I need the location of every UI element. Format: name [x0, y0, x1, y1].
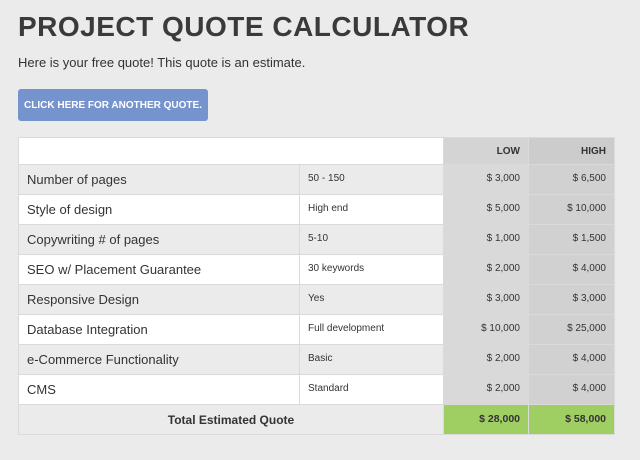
quote-table-body: Number of pages 50 - 150 $ 3,000 $ 6,500…: [18, 164, 615, 435]
table-row: SEO w/ Placement Guarantee 30 keywords $…: [18, 254, 615, 285]
row-detail: Full development: [299, 314, 444, 345]
row-high-price: $ 6,500: [528, 164, 615, 195]
column-header-high: HIGH: [528, 137, 615, 165]
row-item-label: Copywriting # of pages: [18, 224, 300, 255]
row-item-label: CMS: [18, 374, 300, 405]
total-label: Total Estimated Quote: [18, 404, 444, 435]
row-low-price: $ 2,000: [443, 254, 529, 285]
total-row: Total Estimated Quote $ 28,000 $ 58,000: [18, 404, 615, 435]
page-subtitle: Here is your free quote! This quote is a…: [18, 55, 306, 70]
row-high-price: $ 4,000: [528, 254, 615, 285]
table-row: Responsive Design Yes $ 3,000 $ 3,000: [18, 284, 615, 315]
row-low-price: $ 2,000: [443, 344, 529, 375]
row-item-label: SEO w/ Placement Guarantee: [18, 254, 300, 285]
header-blank-cell: [18, 137, 444, 165]
row-low-price: $ 3,000: [443, 164, 529, 195]
page-title: PROJECT QUOTE CALCULATOR: [18, 11, 470, 42]
total-high-price: $ 58,000: [528, 404, 615, 435]
row-low-price: $ 2,000: [443, 374, 529, 405]
row-detail: Basic: [299, 344, 444, 375]
row-high-price: $ 4,000: [528, 344, 615, 375]
table-row: CMS Standard $ 2,000 $ 4,000: [18, 374, 615, 405]
row-detail: 50 - 150: [299, 164, 444, 195]
row-low-price: $ 10,000: [443, 314, 529, 345]
row-high-price: $ 10,000: [528, 194, 615, 225]
row-low-price: $ 3,000: [443, 284, 529, 315]
row-item-label: Number of pages: [18, 164, 300, 195]
quote-table: LOW HIGH Number of pages 50 - 150 $ 3,00…: [18, 137, 615, 435]
row-high-price: $ 4,000: [528, 374, 615, 405]
another-quote-button[interactable]: CLICK HERE FOR ANOTHER QUOTE.: [18, 89, 208, 121]
column-header-low: LOW: [443, 137, 529, 165]
row-item-label: Database Integration: [18, 314, 300, 345]
row-detail: Standard: [299, 374, 444, 405]
table-row: e-Commerce Functionality Basic $ 2,000 $…: [18, 344, 615, 375]
row-item-label: Style of design: [18, 194, 300, 225]
row-detail: Yes: [299, 284, 444, 315]
table-row: Style of design High end $ 5,000 $ 10,00…: [18, 194, 615, 225]
row-high-price: $ 3,000: [528, 284, 615, 315]
row-high-price: $ 1,500: [528, 224, 615, 255]
table-header-row: LOW HIGH: [18, 137, 615, 165]
row-high-price: $ 25,000: [528, 314, 615, 345]
total-low-price: $ 28,000: [443, 404, 529, 435]
row-detail: 30 keywords: [299, 254, 444, 285]
row-low-price: $ 5,000: [443, 194, 529, 225]
row-low-price: $ 1,000: [443, 224, 529, 255]
row-item-label: Responsive Design: [18, 284, 300, 315]
quote-page: PROJECT QUOTE CALCULATOR Here is your fr…: [0, 0, 640, 460]
table-row: Database Integration Full development $ …: [18, 314, 615, 345]
row-detail: High end: [299, 194, 444, 225]
table-row: Copywriting # of pages 5-10 $ 1,000 $ 1,…: [18, 224, 615, 255]
row-item-label: e-Commerce Functionality: [18, 344, 300, 375]
table-row: Number of pages 50 - 150 $ 3,000 $ 6,500: [18, 164, 615, 195]
row-detail: 5-10: [299, 224, 444, 255]
